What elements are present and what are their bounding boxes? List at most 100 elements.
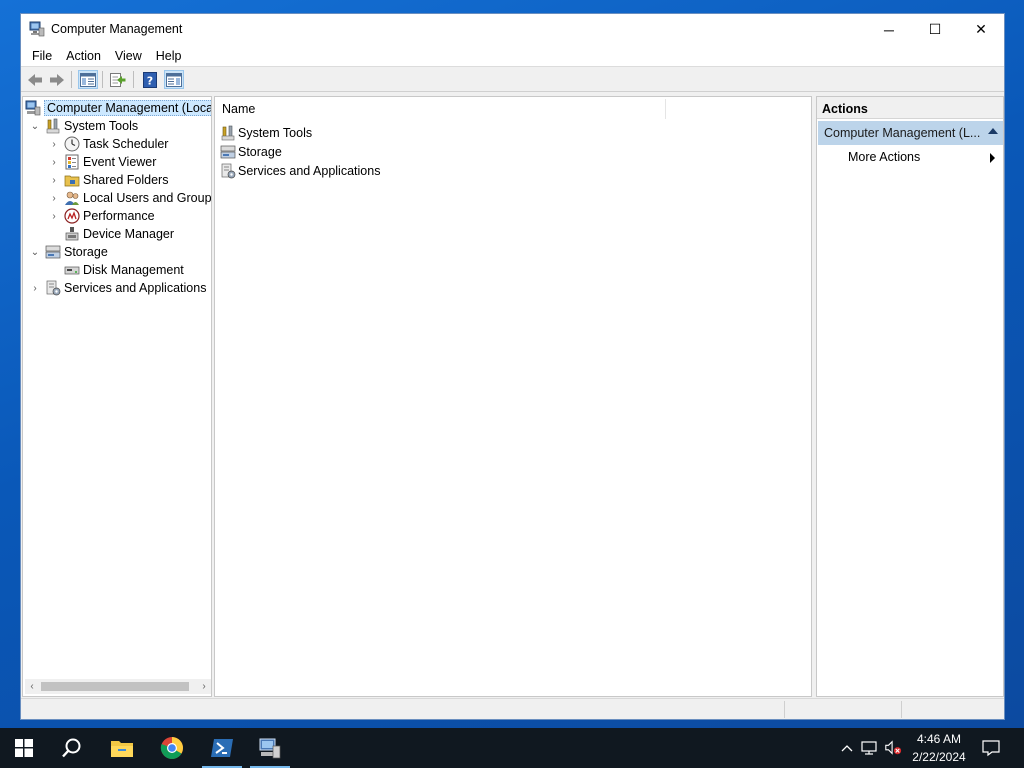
toolbar-separator — [71, 71, 72, 88]
disk-icon — [64, 266, 80, 275]
tree-item-disk-management[interactable]: Disk Management — [48, 261, 184, 279]
help-icon: ? — [143, 71, 157, 88]
tree-item-system-tools[interactable]: ⌄ System Tools — [29, 117, 138, 135]
tree-item-shared-folders[interactable]: › Shared Folders — [48, 171, 168, 189]
forward-icon — [50, 73, 64, 86]
console-tree[interactable]: Computer Management (Local ⌄ System Tool… — [22, 96, 212, 697]
tree-item-performance[interactable]: › Performance — [48, 207, 155, 225]
clock-time[interactable]: 4:46 AM — [904, 732, 974, 746]
title-bar[interactable]: Computer Management ─ ☐ ✕ — [21, 14, 1004, 45]
menu-bar: File Action View Help — [21, 45, 1004, 66]
show-hidden-icons-chevron-icon[interactable] — [838, 738, 856, 758]
toolbar: ? — [21, 66, 1004, 92]
actions-section-computer-management[interactable]: Computer Management (L... — [818, 121, 1003, 145]
performance-icon — [64, 208, 80, 224]
forward-button[interactable] — [47, 70, 67, 89]
computer-management-icon — [259, 738, 281, 759]
maximize-button[interactable]: ☐ — [912, 14, 958, 45]
windows-start-icon — [15, 739, 33, 757]
search-button[interactable] — [48, 728, 96, 768]
tree-item-services-and-applications[interactable]: › Services and Applications — [29, 279, 206, 297]
taskbar-computer-management[interactable] — [246, 728, 294, 768]
tree-item-label: Task Scheduler — [83, 137, 169, 151]
tree-item-label: Storage — [64, 245, 108, 259]
close-button[interactable]: ✕ — [958, 14, 1004, 45]
tree-item-task-scheduler[interactable]: › Task Scheduler — [48, 135, 168, 153]
storage-icon — [220, 145, 236, 158]
services-icon — [46, 280, 61, 296]
more-actions-item[interactable]: More Actions — [848, 150, 920, 164]
device-manager-icon — [65, 227, 79, 241]
system-tools-icon — [221, 125, 235, 140]
scroll-right-icon[interactable]: › — [197, 679, 211, 694]
toolbar-separator — [133, 71, 134, 88]
scroll-left-icon[interactable]: ‹ — [25, 679, 39, 694]
search-icon — [62, 738, 81, 758]
actions-section-label: Computer Management (L... — [824, 126, 981, 140]
submenu-arrow-icon[interactable] — [990, 153, 995, 163]
chevron-right-icon[interactable]: › — [48, 192, 60, 204]
chevron-down-icon[interactable]: ⌄ — [29, 246, 41, 258]
chevron-right-icon[interactable]: › — [48, 138, 60, 150]
notifications-icon[interactable] — [982, 738, 1000, 758]
tree-item-label: Disk Management — [83, 263, 184, 277]
chevron-down-icon[interactable]: ⌄ — [29, 120, 41, 132]
help-button[interactable]: ? — [140, 70, 160, 89]
list-header: Name — [215, 97, 811, 121]
tree-item-label: Performance — [83, 209, 155, 223]
list-item-system-tools[interactable]: System Tools — [220, 123, 312, 142]
start-button[interactable] — [0, 728, 48, 768]
tree-item-local-users-and-groups[interactable]: › Local Users and Groups — [48, 189, 212, 207]
chevron-right-icon[interactable]: › — [48, 210, 60, 222]
tree-item-label: Device Manager — [83, 227, 175, 241]
show-hide-action-pane-icon — [166, 72, 182, 87]
list-item-services-and-applications[interactable]: Services and Applications — [220, 161, 380, 180]
tree-item-device-manager[interactable]: Device Manager — [48, 225, 174, 243]
chevron-right-icon[interactable]: › — [48, 156, 60, 168]
toolbar-separator — [102, 71, 103, 88]
chevron-right-icon[interactable]: › — [48, 174, 60, 186]
export-list-button[interactable] — [108, 70, 128, 89]
column-header-name[interactable]: Name — [222, 102, 255, 116]
minimize-button[interactable]: ─ — [866, 14, 912, 45]
system-tools-icon — [46, 118, 60, 134]
services-icon — [221, 163, 236, 178]
chevron-right-icon[interactable]: › — [29, 282, 41, 294]
network-icon[interactable] — [861, 738, 879, 758]
svg-text:?: ? — [147, 74, 153, 87]
file-explorer-icon — [111, 741, 133, 757]
tree-item-computer-management[interactable]: Computer Management (Local — [25, 99, 211, 117]
column-divider[interactable] — [665, 99, 666, 119]
users-icon — [65, 191, 79, 205]
tree-item-event-viewer[interactable]: › Event Viewer — [48, 153, 156, 171]
storage-icon — [45, 245, 61, 259]
taskbar-chrome[interactable] — [148, 728, 196, 768]
tree-item-label: Event Viewer — [83, 155, 157, 169]
volume-muted-icon[interactable] — [884, 738, 902, 758]
show-hide-action-pane-button[interactable] — [164, 70, 184, 89]
taskbar: 4:46 AM 2/22/2024 — [0, 728, 1024, 768]
list-item-label: Storage — [238, 144, 282, 159]
clock-icon — [64, 136, 80, 152]
window-title: Computer Management — [51, 22, 183, 36]
menu-view[interactable]: View — [108, 49, 149, 63]
list-item-storage[interactable]: Storage — [220, 142, 282, 161]
clock-date[interactable]: 2/22/2024 — [904, 750, 974, 764]
menu-action[interactable]: Action — [59, 49, 108, 63]
actions-header: Actions — [817, 97, 1003, 119]
tree-item-label: Computer Management (Local — [44, 100, 211, 116]
back-button[interactable] — [25, 70, 45, 89]
collapse-up-icon[interactable] — [988, 128, 998, 134]
chrome-icon — [160, 737, 183, 759]
menu-help[interactable]: Help — [149, 49, 189, 63]
taskbar-file-explorer[interactable] — [98, 728, 146, 768]
menu-file[interactable]: File — [25, 49, 59, 63]
tree-item-label: Local Users and Groups — [83, 191, 212, 205]
details-pane[interactable]: Name System Tools Storage Services and A… — [214, 96, 812, 697]
taskbar-powershell[interactable] — [198, 728, 246, 768]
horizontal-scrollbar[interactable]: ‹ › — [25, 679, 211, 694]
tree-item-label: Shared Folders — [83, 173, 169, 187]
tree-item-storage[interactable]: ⌄ Storage — [29, 243, 108, 261]
scrollbar-thumb[interactable] — [41, 682, 189, 691]
show-hide-console-tree-button[interactable] — [78, 70, 98, 89]
